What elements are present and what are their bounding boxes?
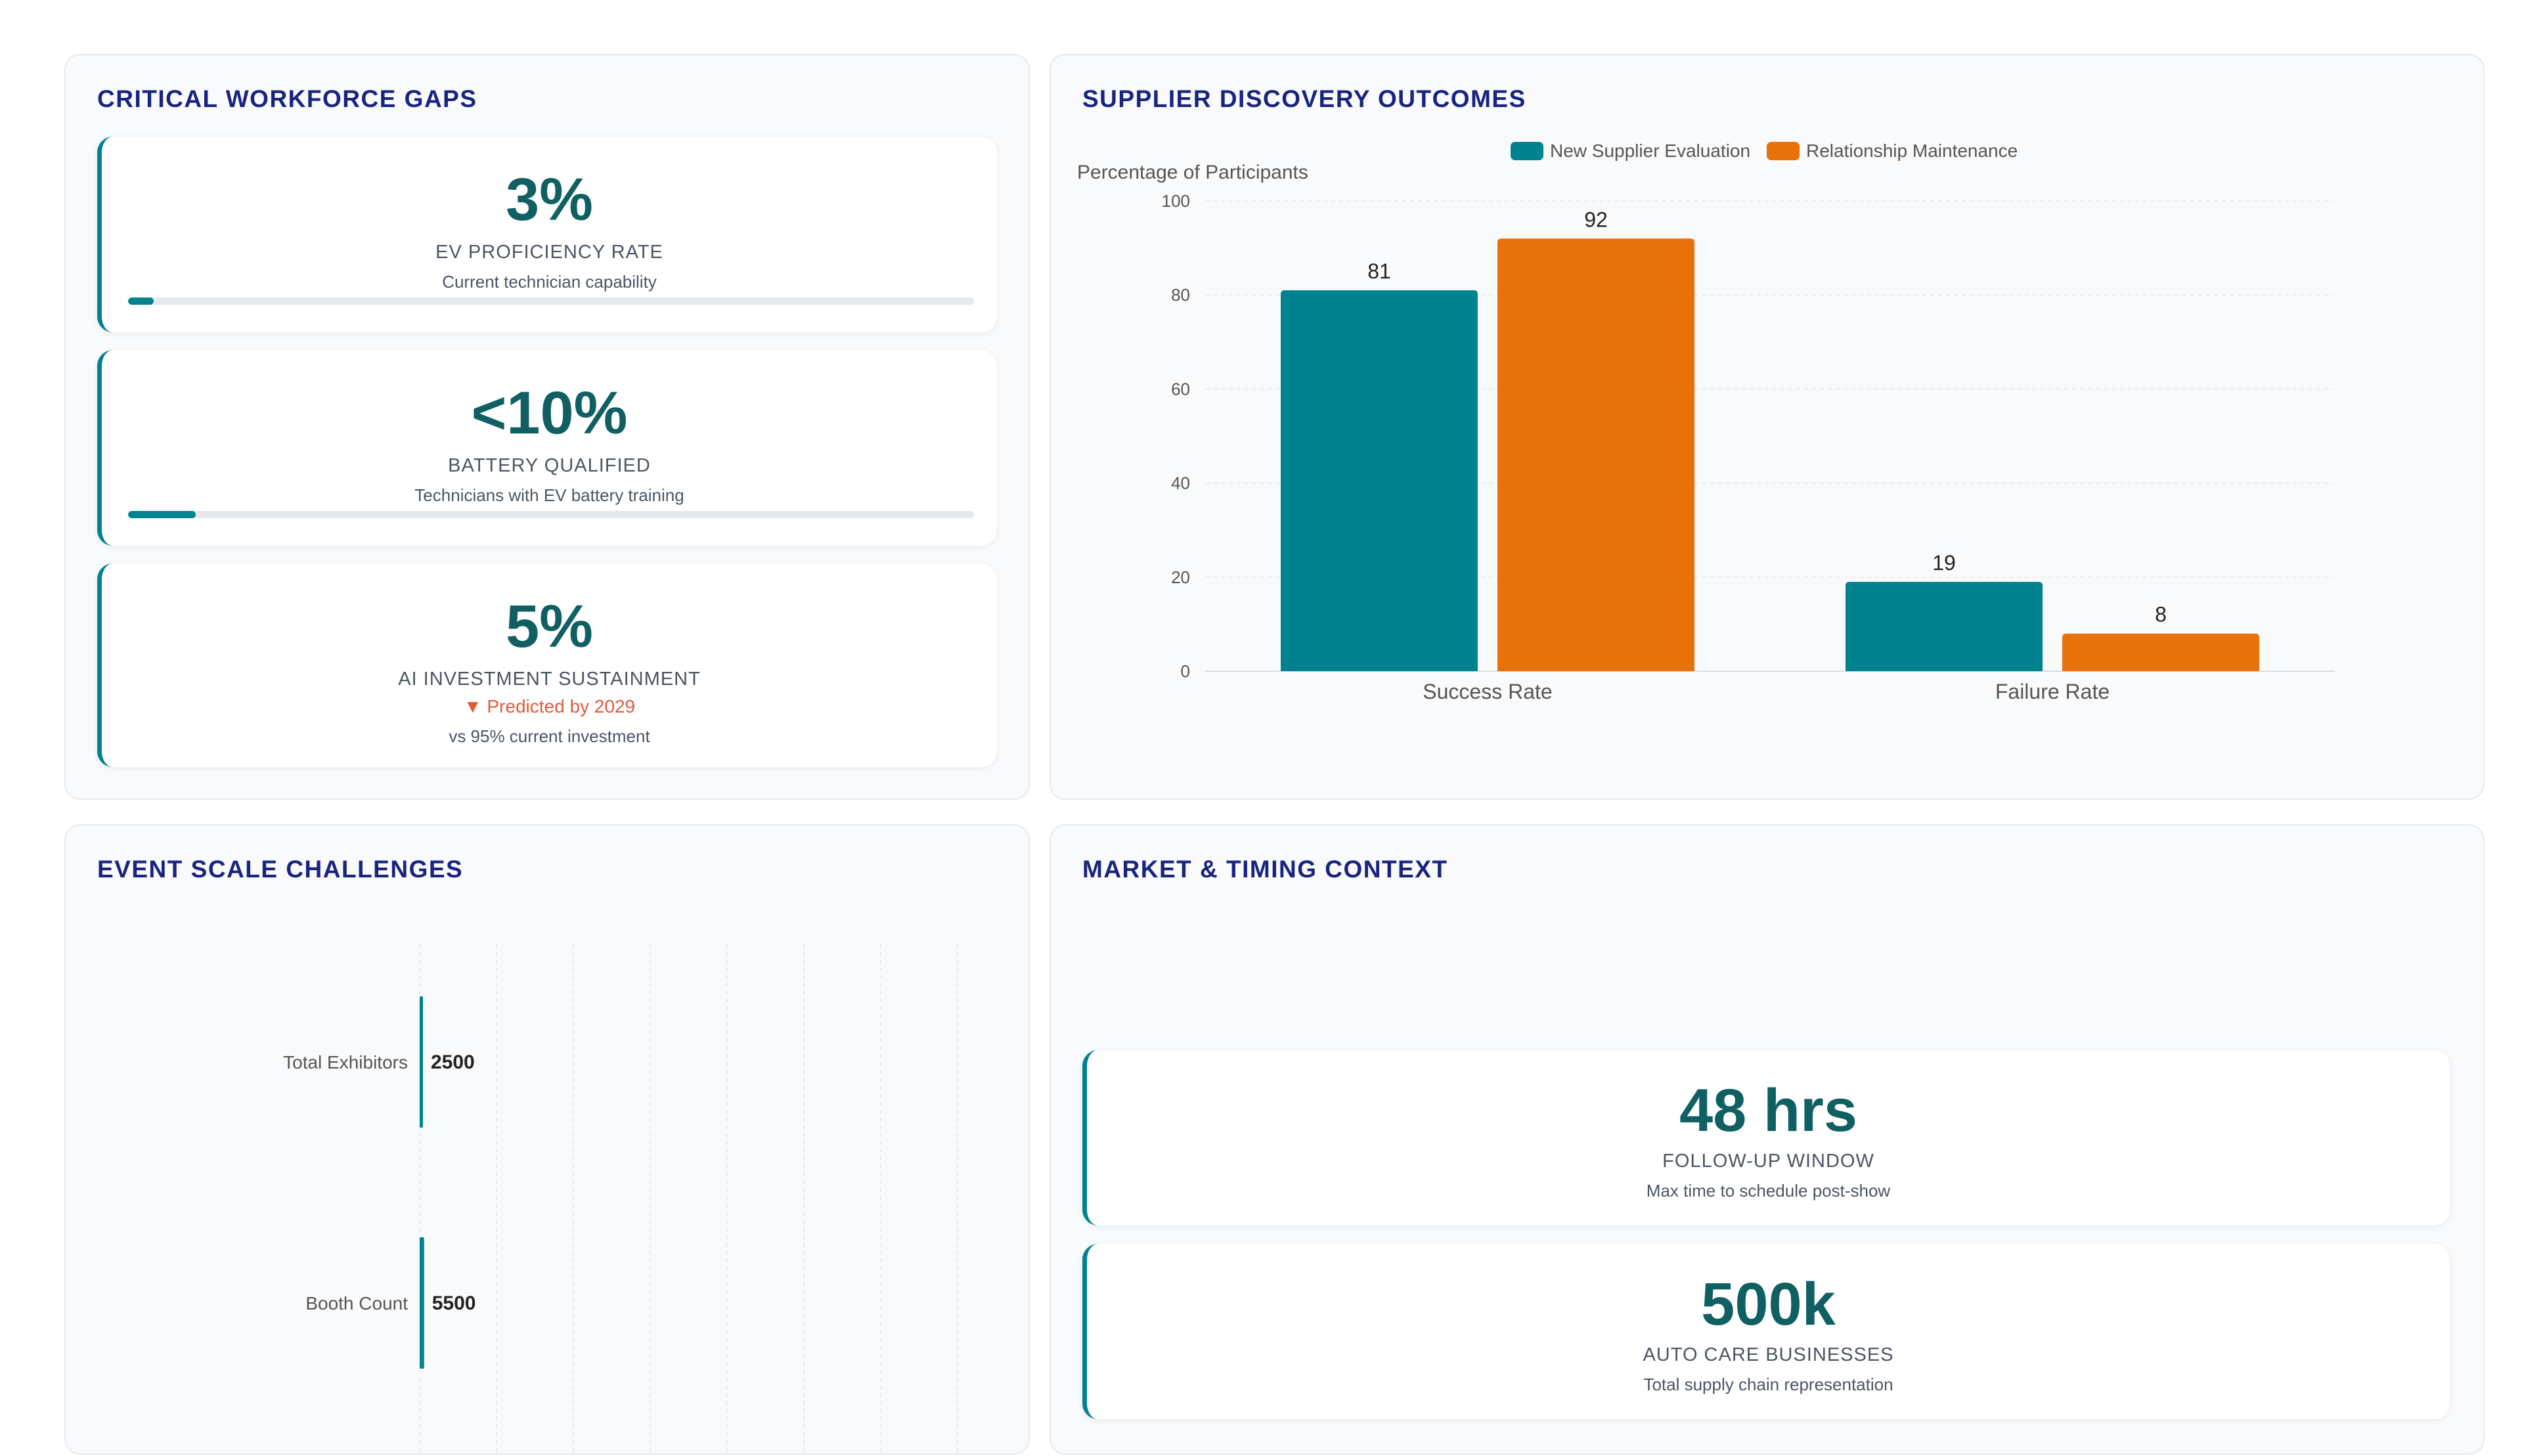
chart-legend: New Supplier Evaluation Relationship Main… xyxy=(1511,141,2018,161)
bar-1-1 xyxy=(2062,633,2259,671)
event-scale-chart: Total Exhibitors 2500 Booth Count 5500 xyxy=(283,944,958,1456)
market-timing-title: MARKET & TIMING CONTEXT xyxy=(1082,856,1448,883)
battery-qualified-label: BATTERY QUALIFIED xyxy=(448,455,651,476)
legend-swatch-1 xyxy=(1767,142,1800,160)
follow-up-window-card: 48 hrs FOLLOW-UP WINDOW Max time to sche… xyxy=(1082,1050,2450,1225)
x-tick-label-1: Failure Rate xyxy=(1995,680,2110,703)
event-bar-0 xyxy=(420,996,423,1128)
ev-proficiency-progress-fill xyxy=(128,298,154,305)
bar-0-1 xyxy=(1497,238,1694,671)
legend-swatch-0 xyxy=(1511,142,1543,160)
battery-qualified-progress-bar xyxy=(128,511,974,518)
ev-proficiency-label: EV PROFICIENCY RATE xyxy=(435,242,663,263)
battery-qualified-description: Technicians with EV battery training xyxy=(414,485,684,505)
ev-proficiency-progress-bar xyxy=(128,298,974,305)
event-category-label-0: Total Exhibitors xyxy=(283,1052,408,1072)
ai-investment-label: AI INVESTMENT SUSTAINMENT xyxy=(398,669,701,690)
auto-care-businesses-card: 500k AUTO CARE BUSINESSES Total supply c… xyxy=(1082,1244,2450,1419)
event-bar-1 xyxy=(420,1237,424,1369)
ev-proficiency-description: Current technician capability xyxy=(442,272,657,292)
auto-care-businesses-description: Total supply chain representation xyxy=(1643,1375,1893,1394)
event-category-label-1: Booth Count xyxy=(305,1293,408,1313)
follow-up-window-description: Max time to schedule post-show xyxy=(1646,1181,1891,1201)
data-label-1-0: 19 xyxy=(1932,551,1956,575)
ev-proficiency-card: 3% EV PROFICIENCY RATE Current technicia… xyxy=(97,137,997,332)
ai-investment-prediction: ▼ Predicted by 2029 xyxy=(463,696,636,717)
bar-1-0 xyxy=(1846,581,2043,671)
auto-care-businesses-label: AUTO CARE BUSINESSES xyxy=(1643,1344,1894,1365)
y-tick-label-0: 0 xyxy=(1181,661,1190,681)
workforce-gaps-title: CRITICAL WORKFORCE GAPS xyxy=(97,85,477,112)
y-tick-label-4: 80 xyxy=(1171,285,1190,305)
data-label-0-1: 92 xyxy=(1584,208,1608,231)
battery-qualified-progress-fill xyxy=(128,511,196,518)
supplier-outcomes-chart: New Supplier Evaluation Relationship Main… xyxy=(1077,141,2335,703)
auto-care-businesses-value: 500k xyxy=(1701,1271,1836,1338)
x-tick-label-0: Success Rate xyxy=(1423,680,1552,703)
ai-investment-card: 5% AI INVESTMENT SUSTAINMENT ▼ Predicted… xyxy=(97,563,997,767)
supplier-outcomes-panel: SUPPLIER DISCOVERY OUTCOMES New Supplier… xyxy=(1050,54,2485,800)
ai-investment-description: vs 95% current investment xyxy=(449,726,650,746)
battery-qualified-card: <10% BATTERY QUALIFIED Technicians with … xyxy=(97,350,997,546)
follow-up-window-label: FOLLOW-UP WINDOW xyxy=(1662,1151,1874,1172)
legend-label-0: New Supplier Evaluation xyxy=(1550,141,1750,161)
y-axis-title: Percentage of Participants xyxy=(1077,162,1308,183)
dashboard: CRITICAL WORKFORCE GAPS 3% EV PROFICIENC… xyxy=(0,0,2522,1456)
y-tick-label-5: 100 xyxy=(1162,191,1190,211)
event-value-label-1: 5500 xyxy=(432,1292,476,1314)
y-tick-label-3: 60 xyxy=(1171,379,1190,399)
bar-0-0 xyxy=(1281,290,1478,671)
y-tick-label-2: 40 xyxy=(1171,474,1190,493)
follow-up-window-value: 48 hrs xyxy=(1679,1077,1858,1144)
workforce-gaps-panel: CRITICAL WORKFORCE GAPS 3% EV PROFICIENC… xyxy=(64,54,1030,800)
market-timing-panel: MARKET & TIMING CONTEXT 48 hrs FOLLOW-UP… xyxy=(1050,824,2485,1455)
ev-proficiency-value: 3% xyxy=(506,166,593,233)
legend-label-1: Relationship Maintenance xyxy=(1806,141,2018,161)
event-value-label-0: 2500 xyxy=(431,1051,475,1073)
event-scale-panel: EVENT SCALE CHALLENGES Total Exhibitors 2… xyxy=(64,824,1030,1456)
data-label-0-0: 81 xyxy=(1367,259,1391,283)
y-tick-label-1: 20 xyxy=(1171,567,1190,587)
data-label-1-1: 8 xyxy=(2155,603,2167,627)
ai-investment-value: 5% xyxy=(506,593,593,660)
battery-qualified-value: <10% xyxy=(471,380,628,447)
